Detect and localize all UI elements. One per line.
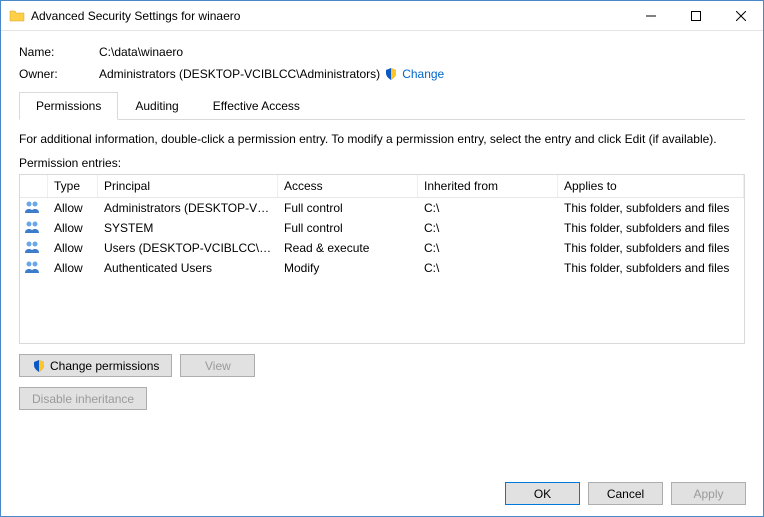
maximize-button[interactable] [673,1,718,30]
shield-icon [32,359,46,373]
permission-entries-grid[interactable]: Type Principal Access Inherited from App… [19,174,745,344]
ok-button[interactable]: OK [505,482,580,505]
change-owner-link[interactable]: Change [402,67,444,81]
cell-inherited: C:\ [418,197,558,219]
cell-applies: This folder, subfolders and files [558,197,744,219]
col-principal[interactable]: Principal [98,175,278,197]
cell-type: Allow [48,197,98,219]
cell-principal: Administrators (DESKTOP-VCI... [98,197,278,219]
apply-button[interactable]: Apply [671,482,746,505]
minimize-button[interactable] [628,1,673,30]
window-controls [628,1,763,30]
shield-icon [384,67,398,81]
disable-inheritance-button[interactable]: Disable inheritance [19,387,147,410]
col-inherited[interactable]: Inherited from [418,175,558,197]
owner-value: Administrators (DESKTOP-VCIBLCC\Administ… [99,67,380,81]
cell-applies: This folder, subfolders and files [558,217,744,239]
window-title: Advanced Security Settings for winaero [31,9,628,23]
table-row[interactable]: AllowSYSTEMFull controlC:\This folder, s… [20,218,744,238]
cell-access: Full control [278,217,418,239]
name-row: Name: C:\data\winaero [19,45,745,59]
cell-inherited: C:\ [418,237,558,259]
owner-label: Owner: [19,67,99,81]
cell-access: Full control [278,197,418,219]
view-button[interactable]: View [180,354,255,377]
people-icon [20,258,48,279]
table-row[interactable]: AllowUsers (DESKTOP-VCIBLCC\Us...Read & … [20,238,744,258]
cell-applies: This folder, subfolders and files [558,237,744,259]
people-icon [20,198,48,219]
name-value: C:\data\winaero [99,45,745,59]
tab-auditing[interactable]: Auditing [118,92,195,120]
name-label: Name: [19,45,99,59]
cell-type: Allow [48,217,98,239]
entries-label: Permission entries: [19,156,745,170]
col-type[interactable]: Type [48,175,98,197]
cell-principal: SYSTEM [98,217,278,239]
people-icon [20,218,48,239]
tab-effective-access[interactable]: Effective Access [196,92,317,120]
col-applies[interactable]: Applies to [558,175,744,197]
tab-strip: Permissions Auditing Effective Access [19,91,745,120]
cell-inherited: C:\ [418,257,558,279]
tab-permissions[interactable]: Permissions [19,92,118,120]
cell-applies: This folder, subfolders and files [558,257,744,279]
dialog-buttons: OK Cancel Apply [505,482,746,505]
people-icon [20,238,48,259]
cell-access: Modify [278,257,418,279]
grid-header: Type Principal Access Inherited from App… [20,175,744,198]
folder-icon [9,8,25,24]
owner-row: Owner: Administrators (DESKTOP-VCIBLCC\A… [19,67,745,81]
table-row[interactable]: AllowAdministrators (DESKTOP-VCI...Full … [20,198,744,218]
cell-access: Read & execute [278,237,418,259]
change-permissions-label: Change permissions [50,359,159,373]
titlebar: Advanced Security Settings for winaero [1,1,763,31]
change-permissions-button[interactable]: Change permissions [19,354,172,377]
cell-type: Allow [48,237,98,259]
table-row[interactable]: AllowAuthenticated UsersModifyC:\This fo… [20,258,744,278]
cell-principal: Authenticated Users [98,257,278,279]
info-text: For additional information, double-click… [19,132,745,146]
col-access[interactable]: Access [278,175,418,197]
content-area: Name: C:\data\winaero Owner: Administrat… [1,31,763,410]
col-icon[interactable] [20,175,48,197]
cell-type: Allow [48,257,98,279]
cell-principal: Users (DESKTOP-VCIBLCC\Us... [98,237,278,259]
cancel-button[interactable]: Cancel [588,482,663,505]
close-button[interactable] [718,1,763,30]
cell-inherited: C:\ [418,217,558,239]
